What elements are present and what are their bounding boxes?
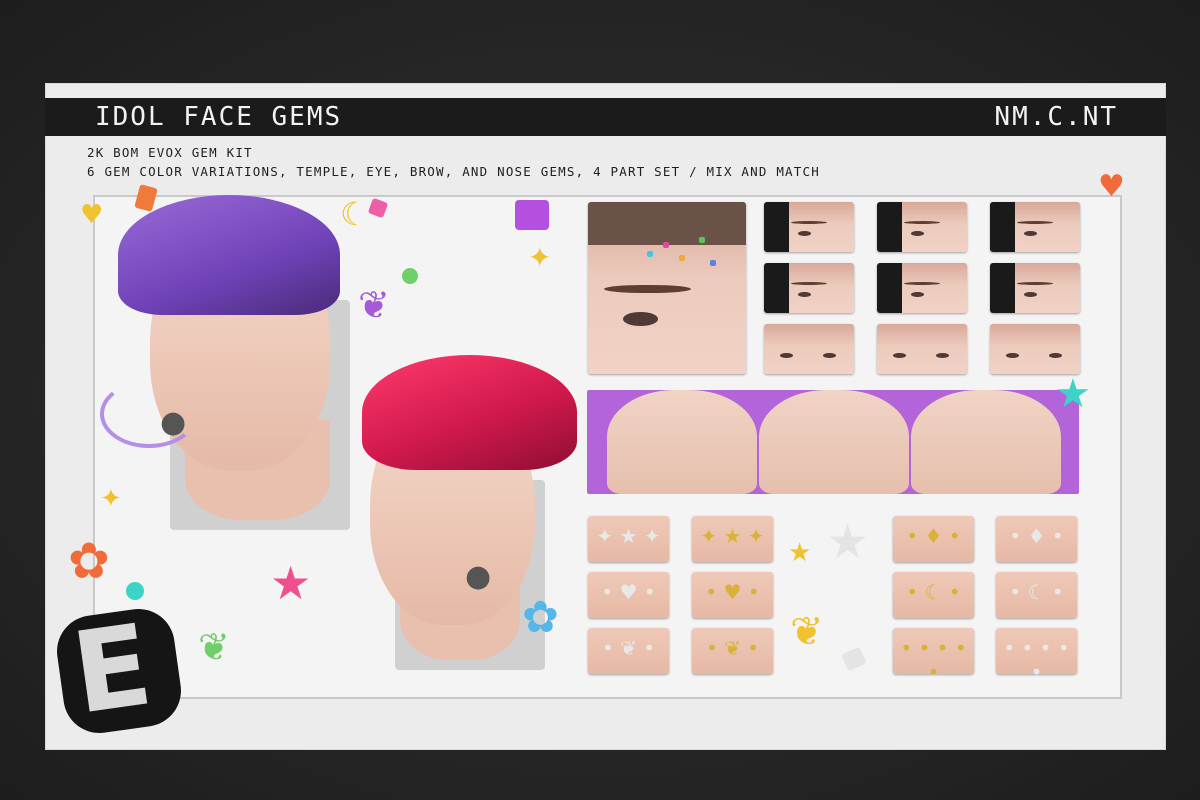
variant-thumb [877,263,967,313]
bald-head [911,390,1061,494]
star-icon: ★ [788,538,812,568]
sparkle-icon: ✦ [528,241,552,274]
nose-gem-card: • ☾ • [893,572,974,618]
butterfly-icon: ❦ [198,625,230,669]
star-icon: ★ [1055,371,1091,417]
gem-icon [402,268,418,284]
nose-gem-card: • ♥ • [692,572,773,618]
flower-icon: ✿ [522,592,559,643]
variant-thumb [877,202,967,252]
logo: E [52,600,186,740]
header-bar: IDOL FACE GEMS NM.C.NT [45,98,1166,136]
closeup-thumb [588,202,746,374]
heart-icon: ♥ [1098,169,1125,204]
bald-head [607,390,757,494]
variant-thumb [877,324,967,374]
subtitle-line-2: 6 GEM COLOR VARIATIONS, TEMPLE, EYE, BRO… [87,164,820,179]
butterfly-icon: ❦ [790,609,824,655]
subtitle-line-1: 2K BOM EVOX GEM KIT [87,145,253,160]
nose-gem-card: • ❦ • [692,628,773,674]
logo-letter: E [65,600,159,740]
star-icon: ★ [826,514,870,570]
mic-icon-1: ● [160,405,187,440]
page-title: IDOL FACE GEMS [95,102,343,132]
variant-thumb [990,202,1080,252]
nose-gem-card: • ❦ • [588,628,669,674]
variant-thumb [764,324,854,374]
variant-thumb [990,263,1080,313]
star-icon: ★ [270,556,312,610]
butterfly-icon: ❦ [358,283,390,327]
nose-gem-card: • ♥ • [588,572,669,618]
bald-head-strip [587,390,1079,494]
nose-gem-card: • ♦ • [893,516,974,562]
gem-icon [515,200,549,230]
model-1-hair [118,195,340,315]
heart-icon: ♥ [80,200,104,230]
sparkle-icon: ✦ [100,484,122,514]
nose-gem-card: • • • • • [893,628,974,684]
nose-gem-card: ✦ ★ ✦ [692,516,773,562]
moon-icon: ☾ [340,195,369,233]
nose-gem-card: • • • • • [996,628,1077,684]
variant-thumb [990,324,1080,374]
nose-gem-card: • ☾ • [996,572,1077,618]
variant-thumb [764,202,854,252]
brand-name: NM.C.NT [994,102,1118,132]
bald-head [759,390,909,494]
flower-icon: ✿ [68,532,110,590]
nose-gem-card: ✦ ★ ✦ [588,516,669,562]
variant-thumb [764,263,854,313]
mic-icon-2: ● [465,559,492,594]
gem-icon [126,582,144,600]
model-2-hair [362,355,577,470]
nose-gem-card: • ♦ • [996,516,1077,562]
